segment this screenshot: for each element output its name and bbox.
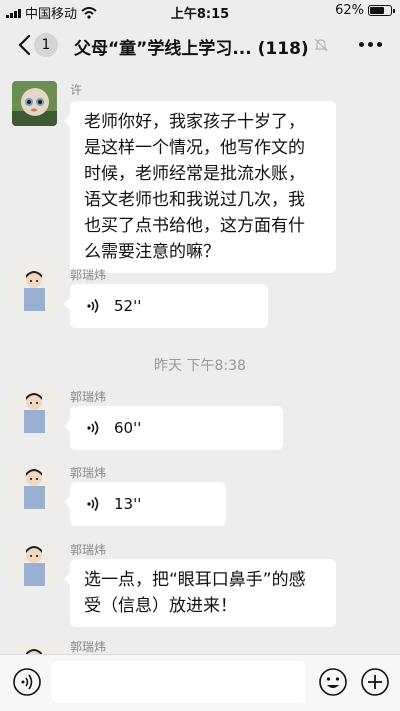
- voice-duration: 13'': [114, 495, 142, 513]
- message-row: 郭瑞炜: [0, 638, 400, 655]
- sender-name: 郭瑞炜: [70, 640, 107, 654]
- avatar-image: [12, 81, 57, 126]
- input-bar: [0, 654, 400, 711]
- avatar-image: [12, 464, 57, 509]
- message-line: 时候，老师经常是批流水账，: [84, 164, 305, 184]
- message-line: 老师你好，我家孩子十岁了，: [84, 112, 305, 132]
- more-dot: [359, 42, 364, 47]
- message-row: 许 老师你好，我家孩子十岁了， 是这样一个情况，他写作文的 时候，老师经常是批流…: [0, 81, 400, 281]
- message-line: 么需要注意的嘛？: [84, 242, 220, 262]
- voice-wave-icon: [87, 299, 99, 313]
- plus-circle-icon[interactable]: [360, 667, 390, 697]
- more-dot: [377, 42, 382, 47]
- avatar[interactable]: [12, 388, 57, 433]
- voice-duration: 60'': [114, 419, 142, 437]
- status-bar: 中国移动 上午8:15 62%: [0, 0, 400, 22]
- avatar-image: [12, 541, 57, 586]
- avatar[interactable]: [12, 464, 57, 509]
- sender-name: 郭瑞炜: [70, 543, 107, 557]
- message-line: 是这样一个情况，他写作文的: [84, 138, 305, 158]
- voice-bubble[interactable]: 60'': [64, 406, 283, 450]
- voice-wave-icon: [87, 497, 99, 511]
- nav-bar: 1 父母“童”学线上学习... (118): [0, 22, 400, 68]
- avatar[interactable]: [12, 541, 57, 586]
- voice-wave-icon: [87, 421, 99, 435]
- message-line: 选一点，把“眼耳口鼻手”的感: [84, 570, 306, 590]
- time-divider: 昨天 下午8:38: [154, 358, 246, 374]
- sender-name: 郭瑞炜: [70, 390, 107, 404]
- voice-duration: 52'': [114, 297, 142, 315]
- voice-bubble[interactable]: 13'': [64, 482, 226, 526]
- bell-off-icon: [314, 38, 328, 52]
- sender-name: 郭瑞炜: [70, 466, 107, 480]
- message-row: 郭瑞炜 52'': [0, 266, 400, 328]
- message-line: 受（信息）放进来！: [84, 596, 237, 616]
- message-input[interactable]: [52, 661, 306, 703]
- avatar-image: [12, 266, 57, 311]
- member-count: (118): [257, 39, 309, 59]
- status-right: 62%: [335, 3, 395, 18]
- battery-fill: [370, 7, 384, 14]
- chat-screen: 中国移动 上午8:15 62% 1 父母“童”学线上学习... (118) 许 …: [0, 0, 400, 711]
- battery-icon: [368, 5, 395, 16]
- voice-bubble[interactable]: 52'': [64, 284, 268, 328]
- text-bubble[interactable]: 老师你好，我家孩子十岁了， 是这样一个情况，他写作文的 时候，老师经常是批流水账…: [64, 101, 336, 273]
- chat-list[interactable]: 许 老师你好，我家孩子十岁了， 是这样一个情况，他写作文的 时候，老师经常是批流…: [0, 68, 400, 655]
- avatar[interactable]: [12, 81, 57, 126]
- text-bubble[interactable]: 选一点，把“眼耳口鼻手”的感 受（信息）放进来！: [64, 559, 336, 627]
- avatar[interactable]: [12, 266, 57, 311]
- avatar-image: [12, 388, 57, 433]
- voice-input-icon[interactable]: [12, 667, 42, 697]
- message-row: 郭瑞炜 13'': [0, 464, 400, 526]
- message-line: 语文老师也和我说过几次，我: [84, 190, 305, 210]
- sender-name: 郭瑞炜: [70, 268, 107, 282]
- battery-percent: 62%: [335, 3, 364, 18]
- emoji-icon[interactable]: [318, 667, 348, 697]
- sender-name: 许: [70, 83, 83, 97]
- chat-title: 父母“童”学线上学习... (118): [74, 34, 336, 59]
- group-name: 父母“童”学线上学习...: [74, 39, 252, 59]
- unread-badge[interactable]: 1: [34, 33, 58, 57]
- message-line: 也买了点书给他，这方面有什: [84, 216, 305, 236]
- message-row: 郭瑞炜 60'': [0, 388, 400, 450]
- more-dot: [368, 42, 373, 47]
- message-row: 郭瑞炜 选一点，把“眼耳口鼻手”的感 受（信息）放进来！: [0, 541, 400, 631]
- more-button[interactable]: [359, 42, 382, 47]
